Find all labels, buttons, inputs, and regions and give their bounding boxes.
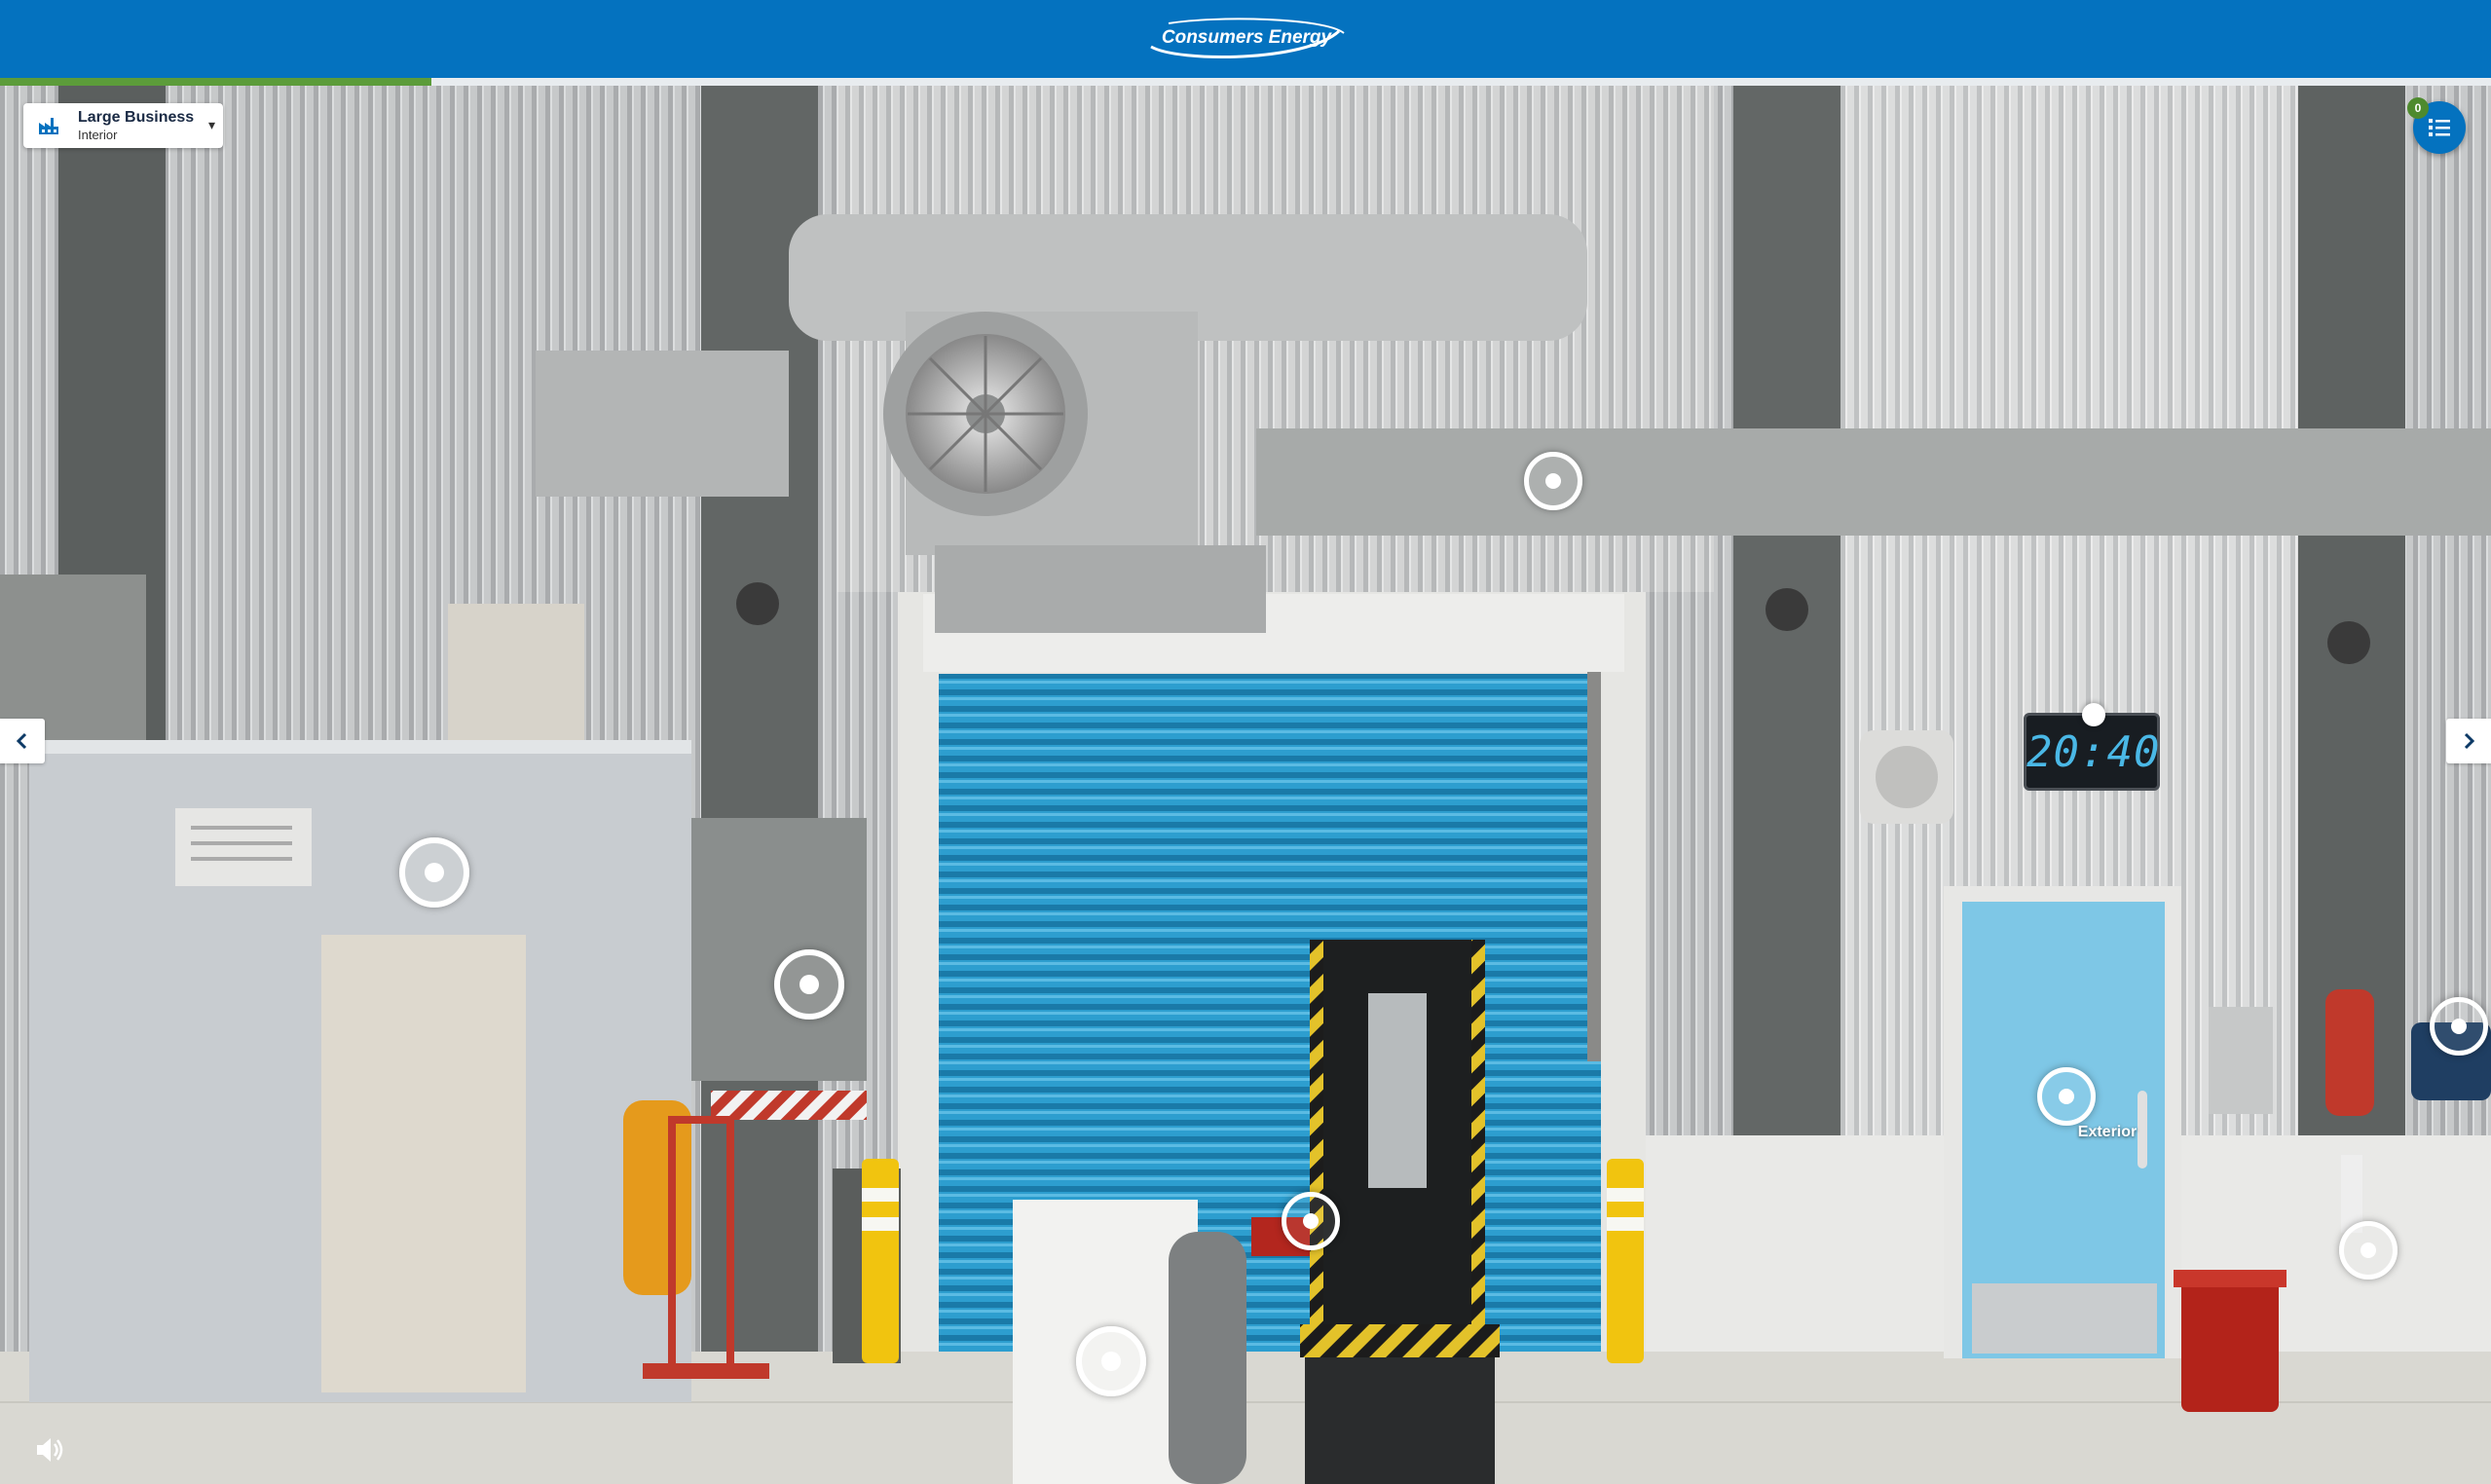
chevron-right-icon — [2464, 732, 2475, 750]
location-selector[interactable]: Large Business Interior ▾ — [23, 103, 223, 148]
clock-time: 20:40 — [2026, 727, 2161, 777]
hotspot-forklift[interactable] — [1282, 1192, 1340, 1250]
tour-progress-fill — [0, 78, 431, 86]
hotspot-ductwork[interactable] — [1524, 452, 1582, 510]
hotspot-wall-panel[interactable] — [2430, 997, 2488, 1056]
next-scene-button[interactable] — [2446, 719, 2491, 763]
factory-icon — [39, 118, 58, 134]
hotspot-electrical-outlet[interactable] — [2339, 1221, 2398, 1280]
chevron-left-icon — [16, 732, 27, 750]
caret-down-icon: ▾ — [207, 117, 215, 132]
hotspot-equipment-box[interactable] — [1076, 1326, 1146, 1396]
hotspot-clock[interactable] — [2082, 703, 2105, 726]
svg-text:Consumers Energy: Consumers Energy — [1162, 27, 1333, 48]
app-header: Consumers Energy — [0, 0, 2491, 78]
hotspot-walk-in-cooler[interactable] — [399, 837, 469, 908]
list-icon — [2429, 119, 2450, 136]
tour-progress-bar — [0, 78, 2491, 86]
speaker-icon[interactable] — [33, 1433, 66, 1466]
location-title: Large Business — [78, 109, 195, 126]
consumers-energy-logo[interactable]: Consumers Energy — [1139, 14, 1354, 64]
hotspot-control-panel[interactable] — [774, 949, 844, 1020]
location-subtitle: Interior — [78, 128, 118, 142]
exterior-label[interactable]: Exterior — [2068, 1124, 2146, 1141]
hotspot-exterior-door[interactable] — [2037, 1067, 2096, 1126]
checklist-count-badge: 0 — [2407, 97, 2429, 119]
previous-scene-button[interactable] — [0, 719, 45, 763]
